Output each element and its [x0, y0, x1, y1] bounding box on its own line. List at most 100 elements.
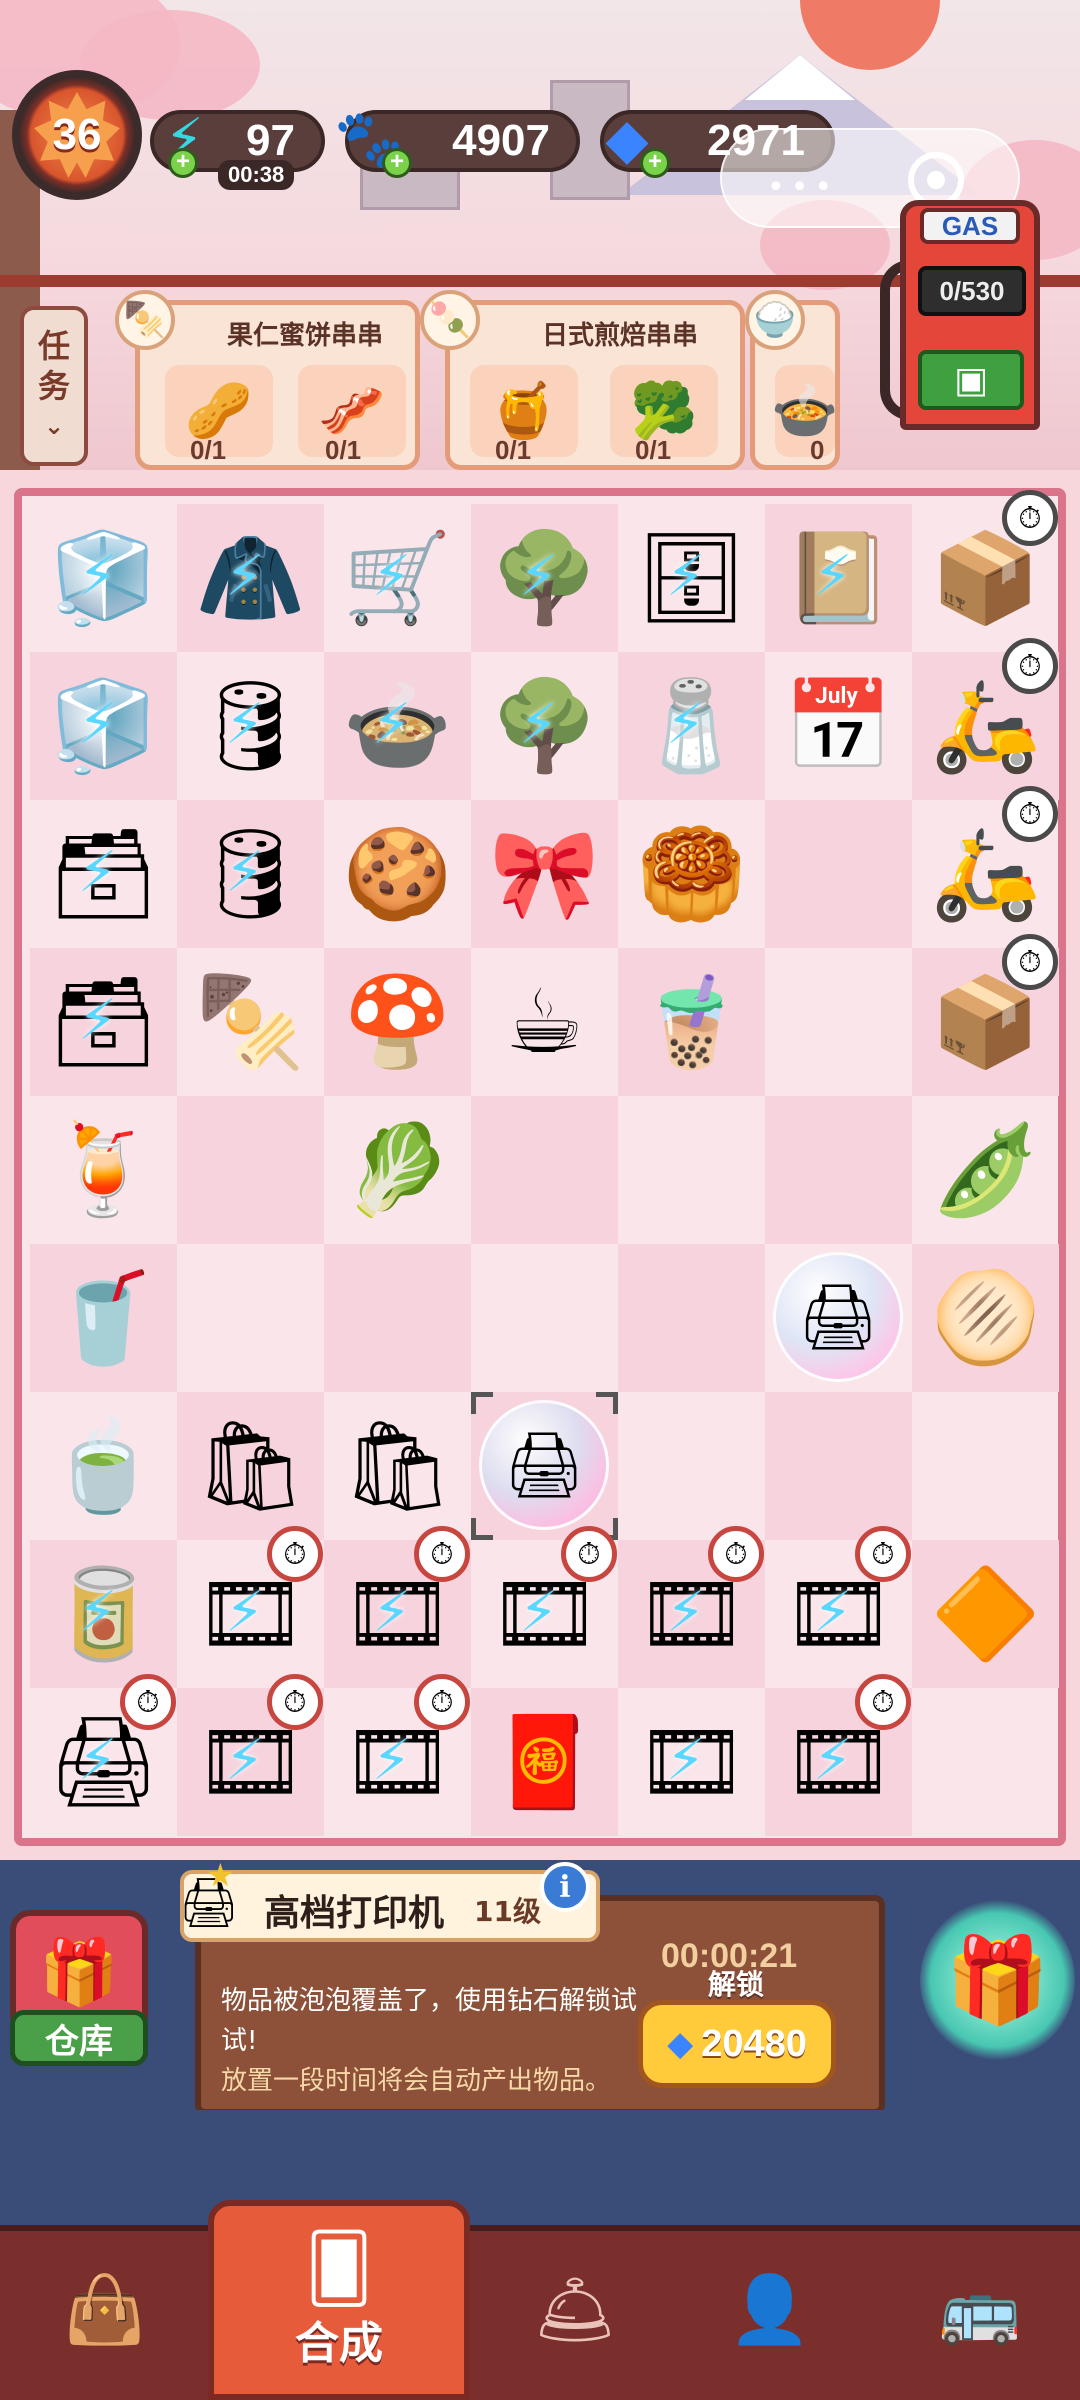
tasks-tab[interactable]: 任 务 ⌄ [20, 306, 88, 466]
lemon-tea-item[interactable]: 🍵 [30, 1392, 177, 1540]
board-cell[interactable] [471, 1096, 618, 1244]
board-cell[interactable]: 🛢 ⚡ [177, 652, 324, 800]
nav-bus-button[interactable]: 🚌 [890, 2230, 1070, 2390]
gift-box-button[interactable]: 🎁 [920, 1900, 1075, 2060]
board-cell[interactable]: 🎞 ⚡ ⏱ [324, 1526, 471, 1688]
board-cell[interactable]: ☕ [471, 948, 618, 1096]
board-cell[interactable]: 🖨 ⚡ ⏱ [30, 1674, 177, 1836]
more-dots-icon[interactable]: ••• [767, 170, 838, 205]
bubble-tea-item[interactable]: 🧋 [618, 948, 765, 1096]
board-cell[interactable]: 🍪 [324, 800, 471, 948]
board-cell[interactable] [618, 1392, 765, 1540]
board-cell[interactable]: 🖨 [471, 1392, 618, 1540]
nav-merge-button[interactable]: 🂠 合成 [208, 2200, 470, 2400]
board-cell[interactable]: 🌳 ⚡ [471, 652, 618, 800]
edamame-board-item[interactable]: 🫛 [912, 1096, 1059, 1244]
board-cell[interactable]: 🫓 [912, 1244, 1059, 1392]
board-cell[interactable]: 📦 ⏱ [912, 490, 1059, 652]
candy-pouch-item[interactable]: 🎀 [471, 800, 618, 948]
board-cell[interactable]: 🧧 [471, 1688, 618, 1836]
board-cell[interactable] [471, 1244, 618, 1392]
storage-button[interactable]: 🎁 仓库 [10, 1910, 148, 2070]
nav-shop-button[interactable]: 👜 [15, 2230, 195, 2390]
board-cell[interactable]: 🎞 ⚡ ⏱ [765, 1674, 912, 1836]
board-cell[interactable]: 🥫 ⚡ [30, 1540, 177, 1688]
board-cell[interactable]: 🎞 ⚡ [618, 1688, 765, 1836]
board-cell[interactable]: 🛍 [177, 1392, 324, 1540]
board-cell[interactable] [177, 1096, 324, 1244]
board-cell[interactable]: 📦 ⏱ [912, 934, 1059, 1096]
meatball-item[interactable]: 🍪 [324, 800, 471, 948]
board-cell[interactable]: 📔 ⚡ [765, 504, 912, 652]
board-cell[interactable]: 🛒 ⚡ [324, 504, 471, 652]
info-icon[interactable]: i [540, 1862, 590, 1912]
strawberry-drink-item[interactable]: 🍹 [30, 1096, 177, 1244]
add-energy-button[interactable]: + [168, 148, 198, 178]
board-cell[interactable]: 🎞 ⚡ ⏱ [177, 1526, 324, 1688]
seaweed-mat-item[interactable]: 🥮 [618, 800, 765, 948]
board-cell[interactable]: 🥬 [324, 1096, 471, 1244]
board-cell[interactable]: 🥤 [30, 1244, 177, 1392]
board-cell[interactable]: 📅 [765, 652, 912, 800]
board-cell[interactable]: 🍵 [30, 1392, 177, 1540]
scallion-bread-item[interactable]: 🫓 [912, 1244, 1059, 1392]
board-cell[interactable]: 🍹 [30, 1096, 177, 1244]
board-cell[interactable]: 🌳 ⚡ [471, 504, 618, 652]
board-cell[interactable] [324, 1244, 471, 1392]
paper-bag-item[interactable]: 🛍 [324, 1392, 471, 1540]
board-cell[interactable]: 🛵 ⏱ [912, 786, 1059, 948]
board-cell[interactable]: 🍢 [177, 948, 324, 1096]
coffee-beans-sack-item[interactable]: ☕ [471, 948, 618, 1096]
board-cell[interactable]: 🧂 ⚡ [618, 652, 765, 800]
iced-cola-item[interactable]: 🥤 [30, 1244, 177, 1392]
board-cell[interactable]: 🔶 [912, 1540, 1059, 1688]
board-cell[interactable] [912, 1688, 1059, 1836]
board-cell[interactable]: 🗄 ⚡ [618, 504, 765, 652]
board-cell[interactable]: 🛍 [324, 1392, 471, 1540]
board-cell[interactable]: 🍄 [324, 948, 471, 1096]
shiitake-mushroom-item[interactable]: 🍄 [324, 948, 471, 1096]
board-cell[interactable] [912, 1392, 1059, 1540]
orange-gem-item[interactable]: 🔶 [912, 1540, 1059, 1688]
board-cell[interactable]: 🧊 ⚡ [30, 504, 177, 652]
paper-bag-item[interactable]: 🛍 [177, 1392, 324, 1540]
order-card[interactable]: 日式煎焙串串 🍯 🥦 0/1 0/1 [445, 300, 745, 470]
add-coins-button[interactable]: + [382, 148, 412, 178]
board-cell[interactable] [765, 948, 912, 1096]
board-cell[interactable] [765, 1392, 912, 1540]
nav-service-button[interactable]: 🛎 [485, 2230, 665, 2390]
board-cell[interactable] [765, 800, 912, 948]
board-cell[interactable]: 🫛 [912, 1096, 1059, 1244]
board-cell[interactable]: 🥮 [618, 800, 765, 948]
order-card[interactable]: 果仁蜜饼串串 🥜 🥓 0/1 0/1 [135, 300, 420, 470]
player-level-badge[interactable]: 36 [12, 70, 142, 200]
board-cell[interactable]: 🗃 ⚡ [30, 800, 177, 948]
board-cell[interactable]: 🎞 ⚡ ⏱ [324, 1674, 471, 1836]
unlock-button[interactable]: ◆ 20480 [638, 2000, 836, 2088]
board-cell[interactable] [177, 1244, 324, 1392]
cabbage-item[interactable]: 🥬 [324, 1096, 471, 1244]
board-cell[interactable]: 🧊 ⚡ [30, 652, 177, 800]
bubbled-printer-item[interactable]: 🖨 [479, 1400, 609, 1530]
board-cell[interactable]: 🎞 ⚡ ⏱ [618, 1526, 765, 1688]
board-cell[interactable]: 🍲 ⚡ [324, 652, 471, 800]
gas-pump[interactable]: GAS 0/530 ▣ [880, 200, 1050, 440]
board-cell[interactable]: 🎞 ⚡ ⏱ [177, 1674, 324, 1836]
nav-character-button[interactable]: 👤 [680, 2230, 860, 2390]
calendar-item[interactable]: 📅 [765, 652, 912, 800]
red-envelope-box-item[interactable]: 🧧 [471, 1688, 618, 1836]
board-cell[interactable]: 🎞 ⚡ ⏱ [471, 1526, 618, 1688]
board-cell[interactable]: 🧥 ⚡ [177, 504, 324, 652]
board-cell[interactable] [765, 1096, 912, 1244]
board-cell[interactable]: 🛵 ⏱ [912, 638, 1059, 800]
bubbled-printer-item[interactable]: 🖨 [773, 1252, 903, 1382]
add-gems-button[interactable]: + [640, 148, 670, 178]
board-cell[interactable]: 🖨 [765, 1244, 912, 1392]
board-cell[interactable] [618, 1096, 765, 1244]
board-cell[interactable]: 🧋 [618, 948, 765, 1096]
board-cell[interactable] [618, 1244, 765, 1392]
board-cell[interactable]: 🎞 ⚡ ⏱ [765, 1526, 912, 1688]
meat-skewers-item[interactable]: 🍢 [177, 948, 324, 1096]
board-cell[interactable]: 🛢 ⚡ [177, 800, 324, 948]
board-cell[interactable]: 🗃 ⚡ [30, 948, 177, 1096]
